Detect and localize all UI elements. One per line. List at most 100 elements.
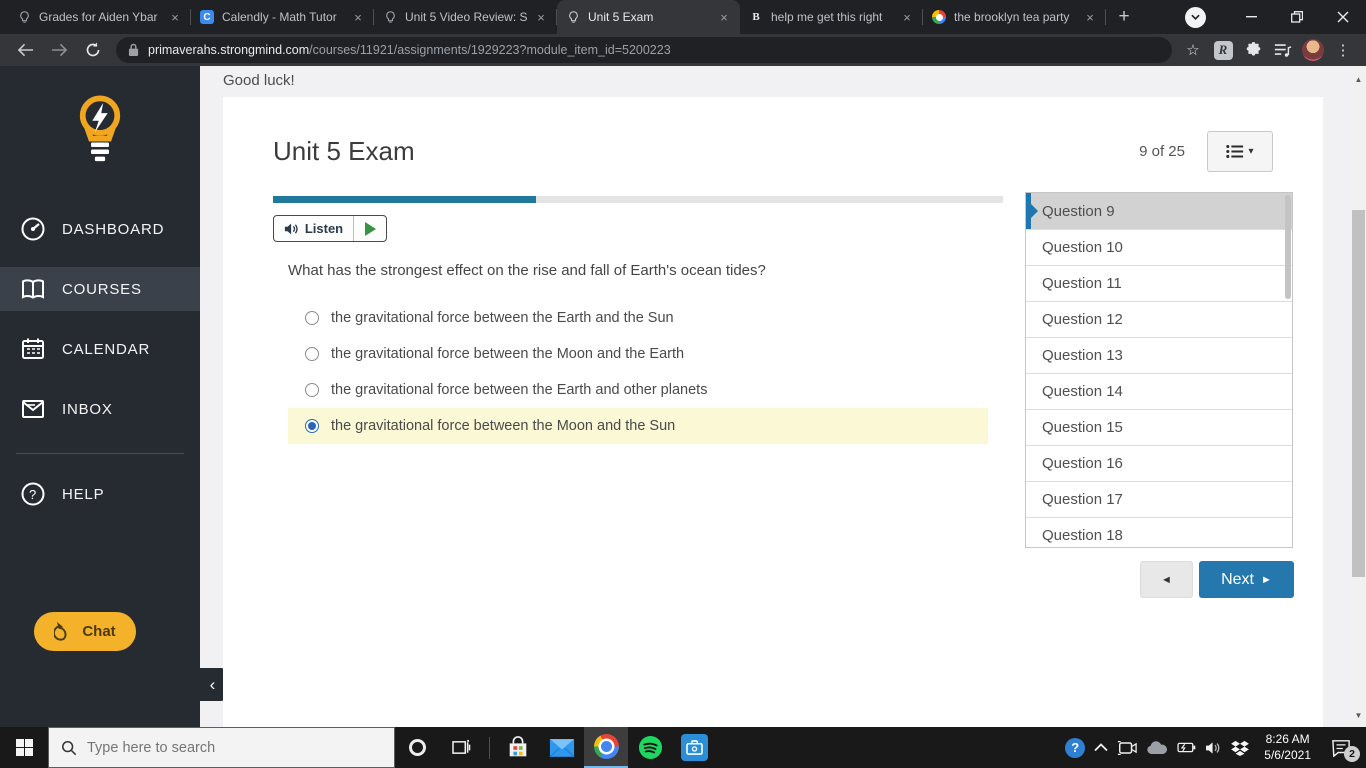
minimize-button[interactable]: [1228, 0, 1274, 34]
question-nav-item[interactable]: Question 16: [1026, 445, 1292, 481]
sidebar-item-courses[interactable]: COURSES: [0, 267, 200, 311]
question-nav-label: Question 14: [1042, 383, 1123, 400]
question-nav-label: Question 16: [1042, 455, 1123, 472]
get-help-icon[interactable]: ?: [1065, 737, 1086, 758]
radio-unselected-icon[interactable]: [305, 347, 319, 361]
question-nav-label: Question 13: [1042, 347, 1123, 364]
page-title: Unit 5 Exam: [273, 136, 415, 166]
search-input[interactable]: [87, 739, 347, 756]
onedrive-icon[interactable]: [1146, 740, 1168, 755]
media-controls-icon[interactable]: [1271, 38, 1295, 62]
forward-icon[interactable]: [46, 37, 72, 63]
chat-label: Chat: [82, 623, 116, 640]
listen-segment[interactable]: Listen: [274, 216, 354, 241]
answer-option[interactable]: the gravitational force between the Moon…: [288, 336, 988, 372]
scroll-up-icon[interactable]: ▲: [1351, 72, 1366, 87]
question-nav-item[interactable]: Question 18: [1026, 517, 1292, 547]
tab-close-icon[interactable]: ×: [533, 9, 549, 25]
chat-button[interactable]: Chat: [34, 612, 136, 651]
page-scrollbar[interactable]: ▲ ▼: [1351, 66, 1366, 727]
tab-brooklyn-tea-party[interactable]: the brooklyn tea party ×: [923, 0, 1106, 34]
restore-button[interactable]: [1274, 0, 1320, 34]
scroll-down-icon[interactable]: ▼: [1351, 708, 1366, 723]
page-content: DASHBOARD COURSES CALENDAR INBOX ? HELP …: [0, 66, 1366, 727]
question-nav-item[interactable]: Question 11: [1026, 265, 1292, 301]
radio-unselected-icon[interactable]: [305, 383, 319, 397]
extensions-puzzle-icon[interactable]: [1241, 38, 1265, 62]
sidebar-item-dashboard[interactable]: DASHBOARD: [0, 207, 200, 251]
tab-unit5-exam[interactable]: Unit 5 Exam ×: [557, 0, 740, 34]
scrollbar-thumb[interactable]: [1352, 210, 1365, 577]
answer-option[interactable]: the gravitational force between the Eart…: [288, 300, 988, 336]
search-icon: [62, 740, 77, 755]
microsoft-store-button[interactable]: [496, 727, 540, 768]
action-center-button[interactable]: 2: [1326, 727, 1360, 768]
radio-selected-icon[interactable]: [305, 419, 319, 433]
mail-button[interactable]: [540, 727, 584, 768]
tab-calendly[interactable]: C Calendly - Math Tutor ×: [191, 0, 374, 34]
url-bar[interactable]: primaverahs.strongmind.com/courses/11921…: [116, 37, 1172, 63]
question-nav-item[interactable]: Question 15: [1026, 409, 1292, 445]
tab-grades[interactable]: Grades for Aiden Ybar ×: [8, 0, 191, 34]
answer-option[interactable]: the gravitational force between the Eart…: [288, 372, 988, 408]
chrome-taskbar-button[interactable]: [584, 727, 628, 768]
back-icon[interactable]: [12, 37, 38, 63]
tab-close-icon[interactable]: ×: [350, 9, 366, 25]
taskbar-clock[interactable]: 8:26 AM 5/6/2021: [1264, 732, 1311, 763]
refresh-icon[interactable]: [80, 37, 106, 63]
next-button[interactable]: Next ►: [1199, 561, 1294, 598]
taskbar-search[interactable]: [48, 727, 395, 768]
listen-button[interactable]: Listen: [273, 215, 387, 242]
sidebar-item-inbox[interactable]: INBOX: [0, 387, 200, 431]
sidebar-item-label: DASHBOARD: [62, 220, 165, 238]
tray-chevron-up-icon[interactable]: [1094, 743, 1108, 752]
tab-close-icon[interactable]: ×: [1082, 9, 1098, 25]
sidebar-item-calendar[interactable]: CALENDAR: [0, 327, 200, 371]
clock-time: 8:26 AM: [1265, 731, 1310, 746]
play-segment[interactable]: [354, 221, 386, 236]
meet-now-icon[interactable]: [1117, 740, 1138, 756]
volume-icon[interactable]: [1205, 741, 1222, 755]
question-list-dropdown-button[interactable]: ▾: [1207, 131, 1273, 172]
greeting-text: Good luck!: [223, 72, 295, 89]
new-tab-button[interactable]: +: [1110, 3, 1138, 31]
readwrite-extension-icon[interactable]: R: [1211, 38, 1235, 62]
next-arrow-icon: ►: [1261, 574, 1272, 586]
dropbox-icon[interactable]: [1231, 740, 1250, 756]
question-nav-item[interactable]: Question 14: [1026, 373, 1292, 409]
tab-close-icon[interactable]: ×: [167, 9, 183, 25]
sidebar-item-help[interactable]: ? HELP: [0, 472, 200, 516]
tab-help-me[interactable]: B help me get this right ×: [740, 0, 923, 34]
portal-app-button[interactable]: [672, 727, 716, 768]
sidebar-divider: [16, 453, 184, 454]
tab-title: Calendly - Math Tutor: [222, 10, 337, 24]
spotify-button[interactable]: [628, 727, 672, 768]
profile-avatar[interactable]: [1301, 38, 1325, 62]
bookmark-star-icon[interactable]: ☆: [1181, 38, 1205, 62]
calendar-icon: [22, 338, 44, 359]
radio-unselected-icon[interactable]: [305, 311, 319, 325]
listen-label: Listen: [304, 221, 344, 236]
strongmind-lightbulb-logo: [79, 95, 121, 162]
task-view-button[interactable]: [439, 727, 483, 768]
cortana-button[interactable]: [395, 727, 439, 768]
question-nav-item[interactable]: Question 10: [1026, 229, 1292, 265]
tab-video-review[interactable]: Unit 5 Video Review: S ×: [374, 0, 557, 34]
battery-icon[interactable]: [1177, 742, 1196, 753]
start-button[interactable]: [0, 727, 48, 768]
tab-search-button[interactable]: [1185, 6, 1206, 28]
previous-button[interactable]: ◄: [1140, 561, 1193, 598]
browser-tab-strip: Grades for Aiden Ybar × C Calendly - Mat…: [0, 0, 1366, 34]
exam-header: Unit 5 Exam 9 of 25 ▾: [273, 131, 1273, 172]
chrome-menu-icon[interactable]: ⋮: [1331, 38, 1355, 62]
tab-close-icon[interactable]: ×: [716, 9, 732, 25]
tab-close-icon[interactable]: ×: [899, 9, 915, 25]
question-nav-item-current[interactable]: Question 9: [1026, 193, 1292, 229]
notification-badge: 2: [1344, 746, 1360, 762]
question-nav-scrollbar[interactable]: [1285, 195, 1291, 299]
question-nav-item[interactable]: Question 13: [1026, 337, 1292, 373]
question-nav-item[interactable]: Question 17: [1026, 481, 1292, 517]
close-window-button[interactable]: [1320, 0, 1366, 34]
answer-option-selected[interactable]: the gravitational force between the Moon…: [288, 408, 988, 444]
question-nav-item[interactable]: Question 12: [1026, 301, 1292, 337]
